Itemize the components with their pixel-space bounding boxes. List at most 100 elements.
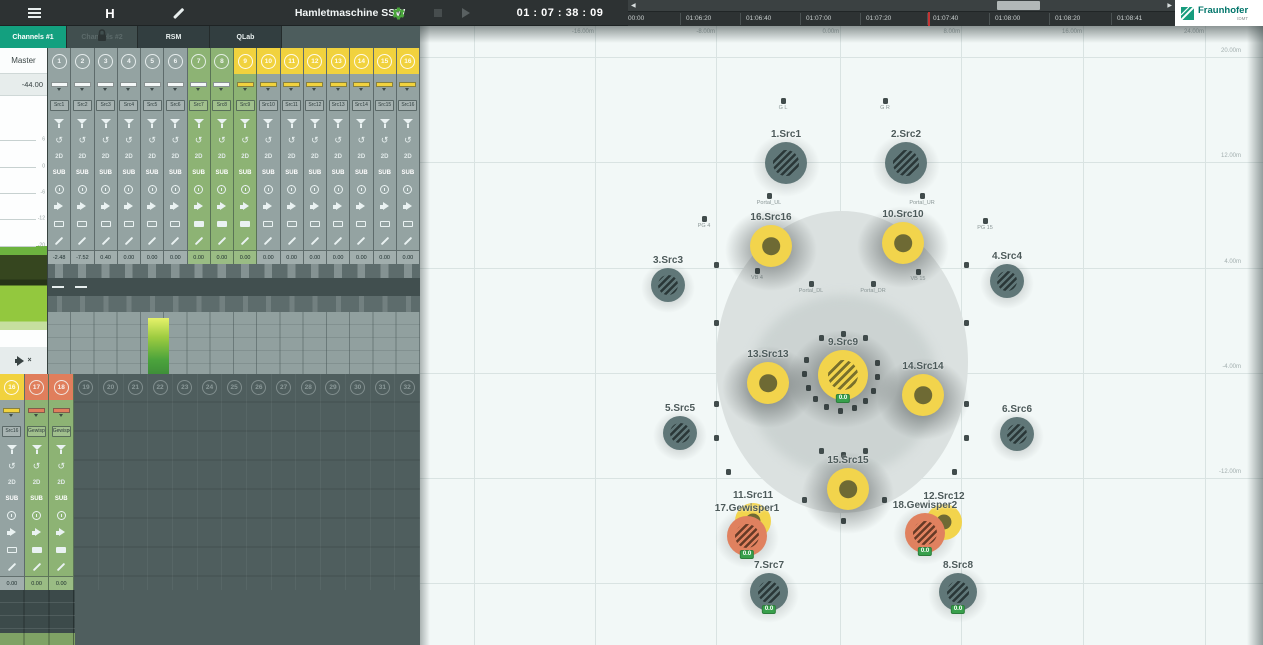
channel-number[interactable]: 4	[118, 48, 140, 74]
sub-button[interactable]: SUB	[71, 165, 93, 181]
pencil-icon[interactable]	[350, 232, 372, 250]
mode-2d-button[interactable]: 2D	[95, 149, 117, 165]
mode-2d-button[interactable]: 2D	[71, 149, 93, 165]
spatial-map[interactable]: -16.00m-8.00m0.00m8.00m16.00m24.00m20.00…	[420, 26, 1263, 645]
channel-number[interactable]: 20	[99, 374, 123, 400]
rotate-icon[interactable]: ↺	[304, 132, 326, 149]
channel-strip-19[interactable]: 19	[74, 374, 99, 590]
rotate-icon[interactable]: ↺	[327, 132, 349, 149]
pencil-icon[interactable]	[397, 232, 419, 250]
clock-icon[interactable]	[141, 181, 163, 198]
box-icon[interactable]	[304, 215, 326, 232]
channel-label[interactable]: Src9	[234, 95, 256, 115]
clock-icon[interactable]	[234, 181, 256, 198]
sub-button[interactable]: SUB	[118, 165, 140, 181]
pencil-icon[interactable]	[48, 232, 70, 250]
funnel-icon[interactable]	[234, 115, 256, 132]
channel-number[interactable]: 29	[321, 374, 345, 400]
channel-number[interactable]: 27	[272, 374, 296, 400]
rotate-icon[interactable]: ↺	[397, 132, 419, 149]
channel-label[interactable]: Src12	[304, 95, 326, 115]
funnel-icon[interactable]	[0, 441, 24, 458]
clock-icon[interactable]	[257, 181, 279, 198]
clock-icon[interactable]	[304, 181, 326, 198]
channel-number[interactable]: 2	[71, 48, 93, 74]
speaker-icon[interactable]	[0, 524, 24, 541]
box-icon[interactable]	[374, 215, 396, 232]
mode-2d-button[interactable]: 2D	[211, 149, 233, 165]
sub-button[interactable]: SUB	[188, 165, 210, 181]
tab-channels-2-locked[interactable]: Channels #2	[67, 26, 138, 48]
channel-label[interactable]: Src13	[327, 95, 349, 115]
channel-label[interactable]: Src8	[211, 95, 233, 115]
sub-button[interactable]: SUB	[164, 165, 186, 181]
funnel-icon[interactable]	[327, 115, 349, 132]
channel-number[interactable]: 3	[95, 48, 117, 74]
channel-label[interactable]: Src7	[188, 95, 210, 115]
channel-strip-28[interactable]: 28	[296, 374, 321, 590]
channel-mini-fader[interactable]	[95, 74, 117, 95]
rotate-icon[interactable]: ↺	[118, 132, 140, 149]
channel-strip-5[interactable]: 5 Src5 ↺ 2D SUB 0.00	[141, 48, 164, 264]
pencil-icon[interactable]	[25, 558, 49, 576]
funnel-icon[interactable]	[257, 115, 279, 132]
menu-icon[interactable]	[24, 0, 44, 26]
channel-strip-1[interactable]: 1 Src1 ↺ 2D SUB -2.48	[48, 48, 71, 264]
channel-number[interactable]: 16	[0, 374, 24, 400]
funnel-icon[interactable]	[95, 115, 117, 132]
speaker-icon[interactable]	[141, 198, 163, 215]
master-mute-button[interactable]: ×	[0, 347, 47, 374]
source-16-src16[interactable]	[750, 225, 792, 267]
speaker-icon[interactable]	[25, 524, 49, 541]
clock-icon[interactable]	[25, 507, 49, 524]
clock-icon[interactable]	[95, 181, 117, 198]
mode-2d-button[interactable]: 2D	[49, 475, 73, 491]
speaker-icon[interactable]	[118, 198, 140, 215]
pencil-icon[interactable]	[0, 558, 24, 576]
channel-strip-26[interactable]: 26	[247, 374, 272, 590]
clock-icon[interactable]	[71, 181, 93, 198]
speaker-icon[interactable]	[350, 198, 372, 215]
channel-strip-29[interactable]: 29	[321, 374, 346, 590]
channel-number[interactable]: 31	[371, 374, 395, 400]
pencil-icon[interactable]	[281, 232, 303, 250]
sub-button[interactable]: SUB	[48, 165, 70, 181]
channel-mini-fader[interactable]	[211, 74, 233, 95]
box-icon[interactable]	[0, 541, 24, 558]
sub-button[interactable]: SUB	[211, 165, 233, 181]
channel-number[interactable]: 9	[234, 48, 256, 74]
mode-2d-button[interactable]: 2D	[257, 149, 279, 165]
speaker-icon[interactable]	[281, 198, 303, 215]
channel-strip-2[interactable]: 2 Src2 ↺ 2D SUB -7.52	[71, 48, 94, 264]
sub-button[interactable]: SUB	[25, 491, 49, 507]
pencil-icon[interactable]	[188, 232, 210, 250]
channel-strip-9[interactable]: 9 Src9 ↺ 2D SUB 0.00	[234, 48, 257, 264]
mode-2d-button[interactable]: 2D	[118, 149, 140, 165]
sub-button[interactable]: SUB	[327, 165, 349, 181]
box-icon[interactable]	[141, 215, 163, 232]
rotate-icon[interactable]: ↺	[48, 132, 70, 149]
box-icon[interactable]	[71, 215, 93, 232]
channel-mini-fader[interactable]	[25, 400, 49, 421]
channel-strip-13[interactable]: 13 Src13 ↺ 2D SUB 0.00	[327, 48, 350, 264]
channel-mini-fader[interactable]	[164, 74, 186, 95]
funnel-icon[interactable]	[25, 441, 49, 458]
channel-strip-8[interactable]: 8 Src8 ↺ 2D SUB 0.00	[211, 48, 234, 264]
box-icon[interactable]	[48, 215, 70, 232]
channel-strip-25[interactable]: 25	[222, 374, 247, 590]
box-icon[interactable]	[164, 215, 186, 232]
rotate-icon[interactable]: ↺	[141, 132, 163, 149]
source-9-src9[interactable]	[818, 350, 868, 400]
channel-number[interactable]: 28	[296, 374, 320, 400]
source-1-src1[interactable]	[765, 142, 807, 184]
source-15-src15[interactable]	[827, 468, 869, 510]
channel-number[interactable]: 11	[281, 48, 303, 74]
pencil-icon[interactable]	[71, 232, 93, 250]
channel-label[interactable]: Gewisper2	[49, 421, 73, 441]
channel-mini-fader[interactable]	[281, 74, 303, 95]
channel-strip-30[interactable]: 30	[346, 374, 371, 590]
channel-label[interactable]: Src6	[164, 95, 186, 115]
tab-rsm[interactable]: RSM	[138, 26, 210, 48]
funnel-icon[interactable]	[281, 115, 303, 132]
channel-strip-4[interactable]: 4 Src4 ↺ 2D SUB 0.00	[118, 48, 141, 264]
